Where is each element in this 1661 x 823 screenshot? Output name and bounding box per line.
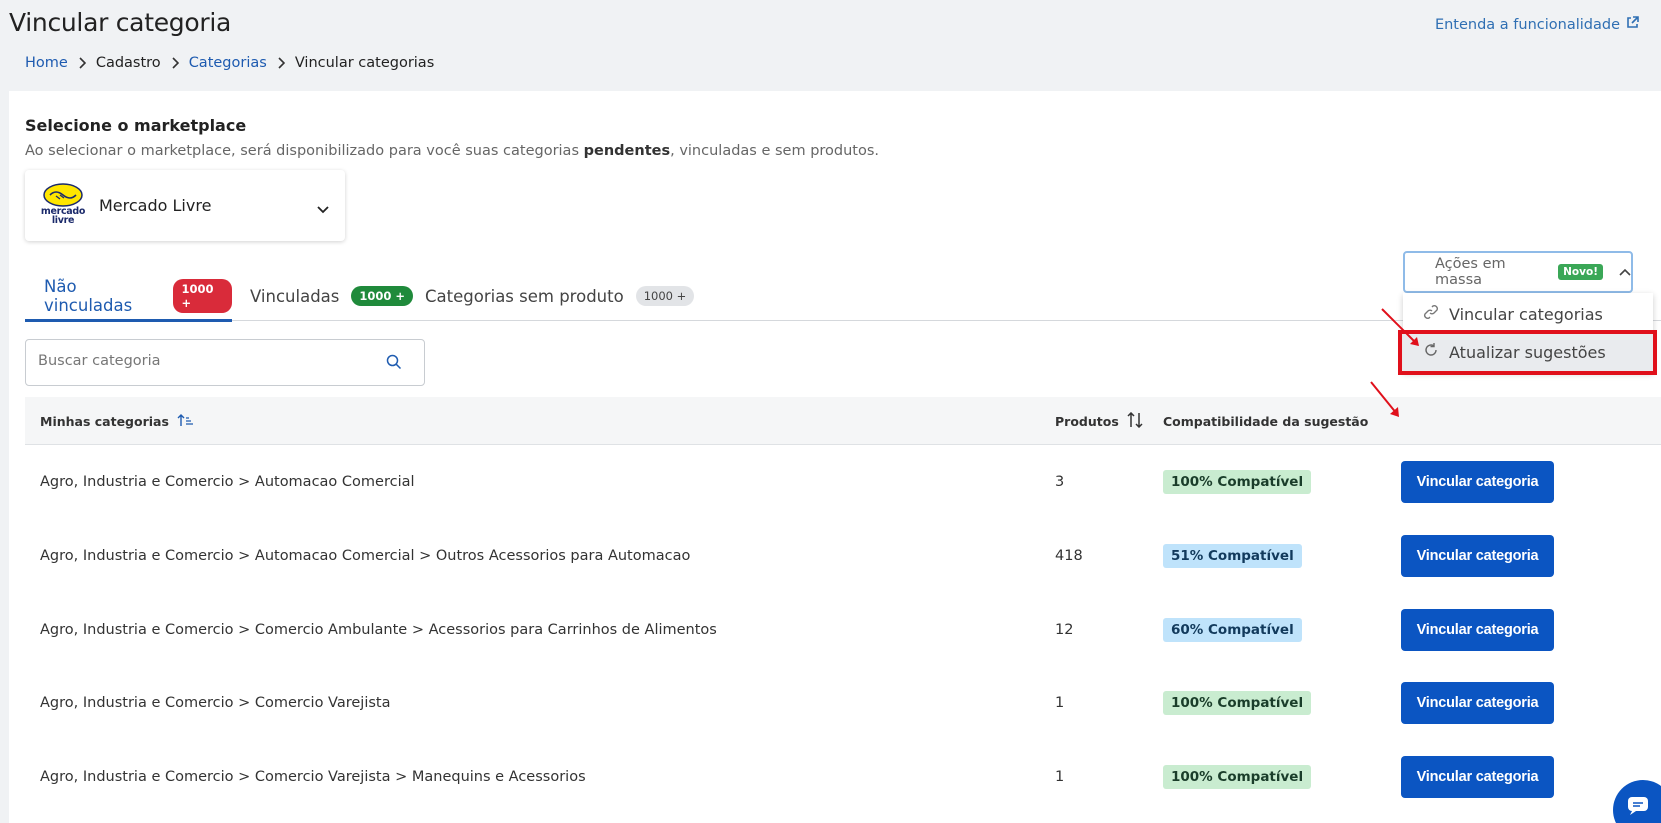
- annotation-arrow-icon: [1370, 381, 1399, 417]
- compat-badge: 51% Compatível: [1163, 543, 1302, 568]
- category-path: Agro, Industria e Comercio > Comercio Am…: [40, 621, 717, 638]
- chat-icon: [1627, 796, 1649, 820]
- product-count: 1: [1055, 768, 1065, 785]
- compat-badge: 60% Compatível: [1163, 617, 1302, 642]
- category-path: Agro, Industria e Comercio > Comercio Va…: [40, 768, 586, 785]
- vincular-categoria-button[interactable]: Vincular categoria: [1401, 755, 1554, 798]
- breadcrumb: Home Cadastro Categorias Vincular catego…: [25, 55, 434, 71]
- product-count: 3: [1055, 473, 1065, 490]
- menu-item-vincular-categorias[interactable]: Vincular categorias: [1403, 295, 1653, 333]
- header-produtos[interactable]: Produtos: [1055, 397, 1143, 445]
- table-row: Agro, Industria e Comercio > Comercio Am…: [25, 593, 1661, 666]
- tab-count-badge: 1000 +: [635, 286, 695, 306]
- table-row: Agro, Industria e Comercio > Comercio Va…: [25, 666, 1661, 739]
- marketplace-selected-value: Mercado Livre: [99, 196, 212, 215]
- category-path: Agro, Industria e Comercio > Automacao C…: [40, 547, 691, 564]
- product-count: 418: [1055, 547, 1083, 564]
- main-card: Selecione o marketplace Ao selecionar o …: [9, 91, 1661, 823]
- chevron-down-icon: [317, 199, 329, 218]
- compat-badge: 100% Compatível: [1163, 469, 1312, 494]
- tab-count-badge: 1000 +: [351, 286, 414, 306]
- search-box: [25, 339, 425, 386]
- product-count: 12: [1055, 621, 1074, 638]
- breadcrumb-cadastro: Cadastro: [95, 55, 161, 71]
- header-compatibilidade: Compatibilidade da sugestão: [1163, 413, 1369, 429]
- chevron-right-icon: [78, 57, 86, 69]
- help-link-label: Entenda a funcionalidade: [1434, 16, 1620, 33]
- category-path: Agro, Industria e Comercio > Automacao C…: [40, 473, 415, 490]
- marketplace-description: Ao selecionar o marketplace, será dispon…: [25, 143, 880, 159]
- tab-categorias-sem-produto[interactable]: Categorias sem produto 1000 +: [425, 271, 695, 321]
- tab-vinculadas[interactable]: Vinculadas 1000 +: [250, 271, 414, 321]
- chevron-up-icon: [1619, 264, 1631, 280]
- compat-badge: 100% Compatível: [1163, 690, 1312, 715]
- search-icon[interactable]: [386, 354, 402, 374]
- novo-badge: Novo!: [1558, 264, 1603, 280]
- table-row: Agro, Industria e Comercio > Comercio Va…: [25, 740, 1661, 813]
- marketplace-title: Selecione o marketplace: [25, 116, 247, 135]
- search-input[interactable]: [38, 353, 358, 369]
- tab-count-badge: 1000 +: [173, 279, 232, 313]
- sort-ascending-icon[interactable]: [177, 413, 195, 430]
- mass-actions-button[interactable]: Ações em massa Novo!: [1403, 251, 1633, 293]
- breadcrumb-categorias[interactable]: Categorias: [189, 55, 267, 71]
- table-header: Minhas categorias Produtos Compatibilida…: [25, 397, 1661, 445]
- annotation-arrow-icon: [1381, 308, 1419, 346]
- compat-badge: 100% Compatível: [1163, 764, 1312, 789]
- table-row: Agro, Industria e Comercio > Automacao C…: [25, 519, 1661, 592]
- chevron-right-icon: [171, 57, 179, 69]
- external-link-icon: [1626, 16, 1639, 33]
- marketplace-select[interactable]: mercado livre Mercado Livre: [25, 170, 345, 241]
- help-link[interactable]: Entenda a funcionalidade: [1435, 16, 1639, 33]
- vincular-categoria-button[interactable]: Vincular categoria: [1401, 460, 1554, 503]
- breadcrumb-home[interactable]: Home: [25, 55, 68, 71]
- breadcrumb-current: Vincular categorias: [294, 55, 435, 71]
- vincular-categoria-button[interactable]: Vincular categoria: [1401, 681, 1554, 724]
- sort-icon[interactable]: [1127, 411, 1143, 431]
- page-title: Vincular categoria: [9, 8, 231, 37]
- header-minhas-categorias[interactable]: Minhas categorias: [40, 397, 195, 445]
- chevron-right-icon: [277, 57, 285, 69]
- highlight-annotation-box: [1398, 330, 1657, 375]
- mercado-livre-logo: mercado livre: [37, 182, 89, 229]
- tab-nao-vinculadas[interactable]: Não vinculadas 1000 +: [25, 271, 232, 322]
- table-row: Agro, Industria e Comercio > Automacao C…: [25, 445, 1661, 518]
- product-count: 1: [1055, 694, 1065, 711]
- vincular-categoria-button[interactable]: Vincular categoria: [1401, 534, 1554, 577]
- vincular-categoria-button[interactable]: Vincular categoria: [1401, 608, 1554, 651]
- category-path: Agro, Industria e Comercio > Comercio Va…: [40, 694, 391, 711]
